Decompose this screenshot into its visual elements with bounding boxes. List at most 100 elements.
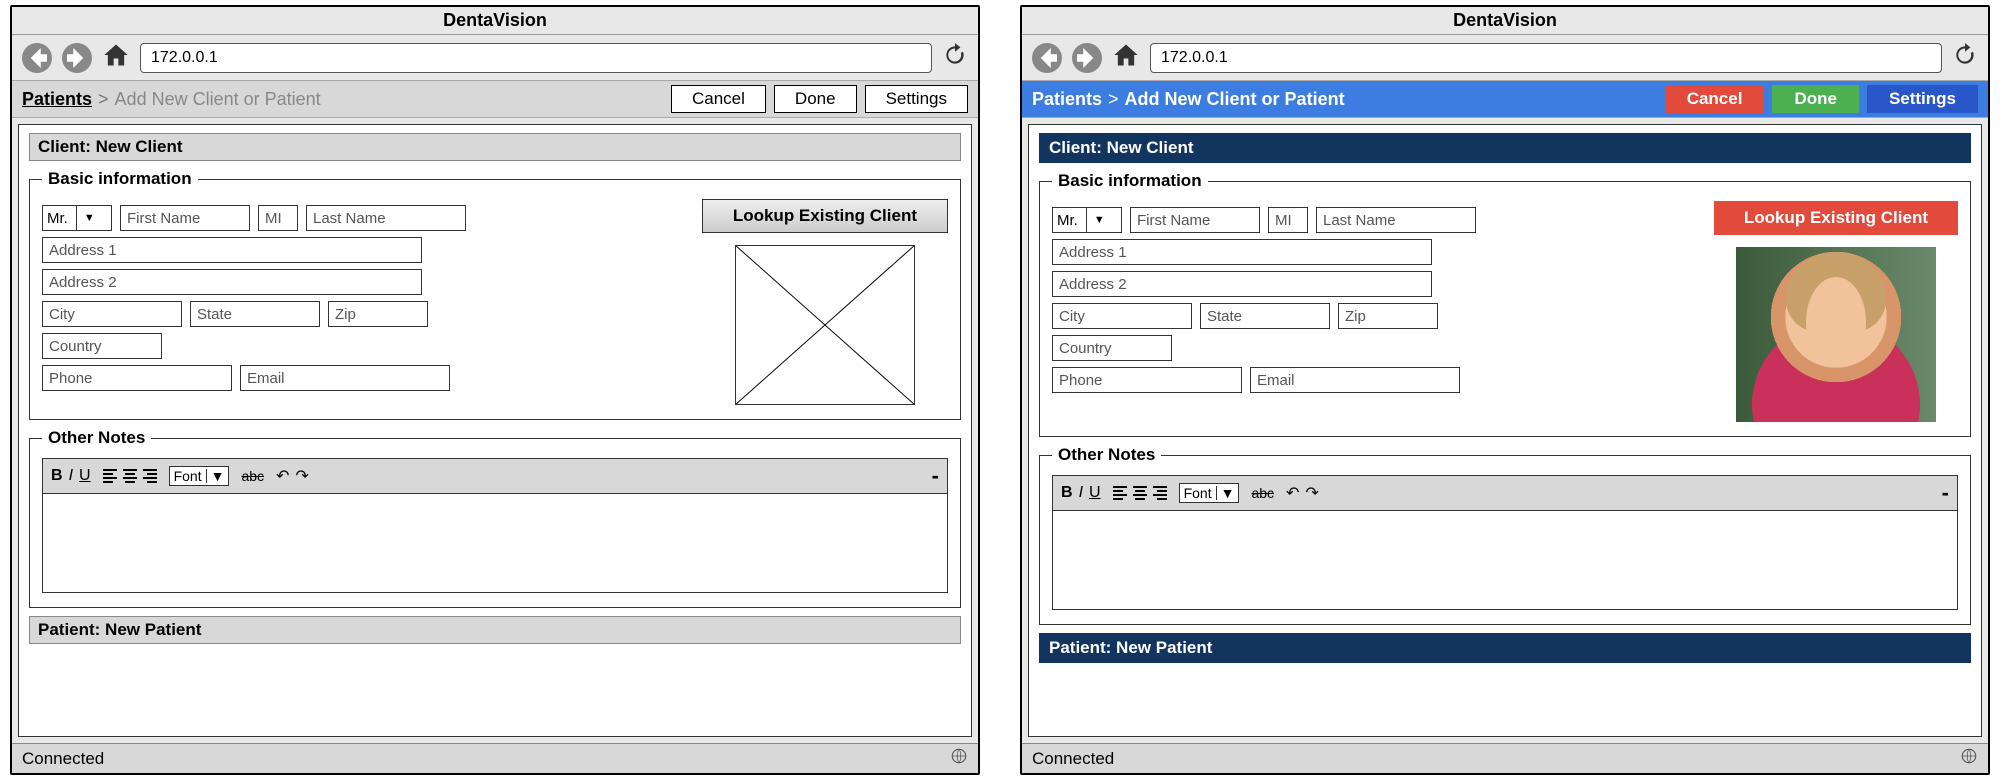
underline-button[interactable]: U xyxy=(1089,484,1101,502)
settings-button[interactable]: Settings xyxy=(1867,85,1978,113)
url-input[interactable] xyxy=(140,43,932,73)
bold-button[interactable]: B xyxy=(1061,484,1073,502)
address1-input[interactable] xyxy=(42,237,422,263)
address1-input[interactable] xyxy=(1052,239,1432,265)
refresh-button[interactable] xyxy=(1952,42,1978,73)
first-name-input[interactable] xyxy=(1130,207,1260,233)
back-button[interactable] xyxy=(22,43,52,73)
back-button[interactable] xyxy=(1032,43,1062,73)
breadcrumb-root[interactable]: Patients xyxy=(22,89,92,110)
home-button[interactable] xyxy=(102,41,130,74)
done-button[interactable]: Done xyxy=(1772,85,1859,113)
basic-info-legend: Basic information xyxy=(1052,171,1208,191)
italic-button[interactable]: I xyxy=(1079,484,1083,502)
first-name-input[interactable] xyxy=(120,205,250,231)
italic-button[interactable]: I xyxy=(69,467,73,485)
basic-info-fieldset: Basic information Mr. ▼ xyxy=(29,169,961,420)
state-input[interactable] xyxy=(190,301,320,327)
title-value: Mr. xyxy=(1057,212,1078,229)
chevron-down-icon: ▼ xyxy=(1091,214,1108,226)
city-input[interactable] xyxy=(1052,303,1192,329)
basic-info-fieldset: Basic information Mr. ▼ xyxy=(1039,171,1971,437)
underline-button[interactable]: U xyxy=(79,467,91,485)
align-center-button[interactable] xyxy=(1133,486,1147,500)
home-icon xyxy=(1112,41,1140,69)
url-input[interactable] xyxy=(1150,43,1942,73)
zip-input[interactable] xyxy=(328,301,428,327)
rte-toolbar: B I U Font ▼ abc ↶ ↷ xyxy=(1052,475,1958,510)
wireframe-window: DentaVision Patients > Add New Client or… xyxy=(10,5,980,775)
collapse-button[interactable]: - xyxy=(932,463,939,489)
breadcrumb-sep: > xyxy=(98,89,109,110)
country-input[interactable] xyxy=(1052,335,1172,361)
status-text: Connected xyxy=(22,749,104,769)
arrow-right-icon xyxy=(1072,43,1102,73)
notes-textarea[interactable] xyxy=(42,493,948,593)
undo-button[interactable]: ↶ xyxy=(276,466,289,486)
home-button[interactable] xyxy=(1112,41,1140,74)
styled-window: DentaVision Patients > Add New Client or… xyxy=(1020,5,1990,775)
state-input[interactable] xyxy=(1200,303,1330,329)
content-area: Client: New Client Basic information Mr.… xyxy=(1028,124,1982,737)
bold-button[interactable]: B xyxy=(51,467,63,485)
mi-input[interactable] xyxy=(258,205,298,231)
font-select[interactable]: Font ▼ xyxy=(1179,483,1240,503)
country-input[interactable] xyxy=(42,333,162,359)
phone-input[interactable] xyxy=(1052,367,1242,393)
cancel-button[interactable]: Cancel xyxy=(1665,85,1765,113)
photo-placeholder[interactable] xyxy=(735,245,915,405)
refresh-icon xyxy=(942,42,968,68)
phone-input[interactable] xyxy=(42,365,232,391)
address2-input[interactable] xyxy=(42,269,422,295)
redo-button[interactable]: ↷ xyxy=(295,466,308,486)
arrow-left-icon xyxy=(22,43,52,73)
title-value: Mr. xyxy=(47,210,68,227)
collapse-button[interactable]: - xyxy=(1942,480,1949,506)
breadcrumb-bar: Patients > Add New Client or Patient Can… xyxy=(12,80,978,118)
undo-button[interactable]: ↶ xyxy=(1286,483,1299,503)
zip-input[interactable] xyxy=(1338,303,1438,329)
title-select[interactable]: Mr. ▼ xyxy=(42,205,112,231)
email-input[interactable] xyxy=(1250,367,1460,393)
strike-button[interactable]: abc xyxy=(1251,485,1274,501)
notes-fieldset: Other Notes B I U Font ▼ abc xyxy=(29,428,961,608)
notes-textarea[interactable] xyxy=(1052,510,1958,610)
align-right-button[interactable] xyxy=(143,469,157,483)
browser-toolbar xyxy=(12,35,978,80)
align-center-button[interactable] xyxy=(123,469,137,483)
city-input[interactable] xyxy=(42,301,182,327)
rte-toolbar: B I U Font ▼ abc ↶ ↷ xyxy=(42,458,948,493)
address2-input[interactable] xyxy=(1052,271,1432,297)
notes-legend: Other Notes xyxy=(1052,445,1161,465)
last-name-input[interactable] xyxy=(306,205,466,231)
align-left-button[interactable] xyxy=(1113,486,1127,500)
strike-button[interactable]: abc xyxy=(241,468,264,484)
email-input[interactable] xyxy=(240,365,450,391)
arrow-left-icon xyxy=(1032,43,1062,73)
refresh-button[interactable] xyxy=(942,42,968,73)
last-name-input[interactable] xyxy=(1316,207,1476,233)
forward-button[interactable] xyxy=(1072,43,1102,73)
font-select[interactable]: Font ▼ xyxy=(169,466,230,486)
redo-button[interactable]: ↷ xyxy=(1305,483,1318,503)
chevron-down-icon: ▼ xyxy=(81,212,98,224)
placeholder-x-icon xyxy=(736,246,914,404)
breadcrumb-current: Add New Client or Patient xyxy=(1125,89,1345,110)
cancel-button[interactable]: Cancel xyxy=(671,85,766,113)
window-title: DentaVision xyxy=(1022,7,1988,35)
align-left-button[interactable] xyxy=(103,469,117,483)
title-select[interactable]: Mr. ▼ xyxy=(1052,207,1122,233)
settings-button[interactable]: Settings xyxy=(865,85,968,113)
status-bar: Connected xyxy=(12,743,978,773)
patient-section-header: Patient: New Patient xyxy=(1039,633,1971,663)
client-photo[interactable] xyxy=(1736,247,1936,422)
lookup-button[interactable]: Lookup Existing Client xyxy=(1714,201,1958,235)
breadcrumb-root[interactable]: Patients xyxy=(1032,89,1102,110)
done-button[interactable]: Done xyxy=(774,85,857,113)
align-right-button[interactable] xyxy=(1153,486,1167,500)
refresh-icon xyxy=(1952,42,1978,68)
arrow-right-icon xyxy=(62,43,92,73)
lookup-button[interactable]: Lookup Existing Client xyxy=(702,199,948,233)
forward-button[interactable] xyxy=(62,43,92,73)
mi-input[interactable] xyxy=(1268,207,1308,233)
